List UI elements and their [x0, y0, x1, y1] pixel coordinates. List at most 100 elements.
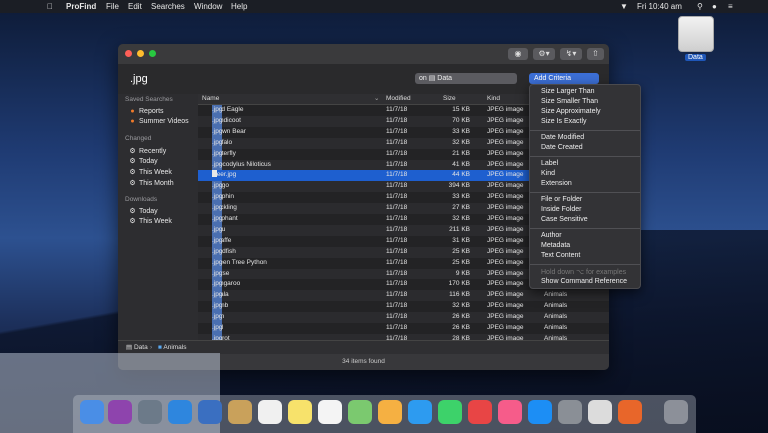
folder-cell: Animals	[544, 302, 568, 310]
criteria-menu-item[interactable]: Size Is Exactly	[541, 118, 587, 125]
wifi-icon[interactable]: ▼	[620, 0, 628, 13]
system-preferences-dock-icon[interactable]	[558, 400, 582, 424]
criteria-menu-item[interactable]: Metadata	[541, 242, 570, 249]
folder-cell: Animals	[544, 313, 568, 321]
photos-dock-icon[interactable]	[378, 400, 402, 424]
column-size[interactable]: Size	[443, 94, 456, 104]
gear-icon: ⚙	[129, 158, 136, 165]
table-row[interactable]: Lion.jpg11/7/1826 KBJPEG imageAnimals	[198, 312, 609, 323]
modified-cell: 11/7/18	[386, 247, 408, 255]
gear-icon: ⚙	[129, 180, 136, 187]
news-dock-icon[interactable]	[468, 400, 492, 424]
criteria-menu-item[interactable]: Extension	[541, 180, 572, 187]
music-dock-icon[interactable]	[498, 400, 522, 424]
minimize-button[interactable]	[137, 50, 144, 57]
sidebar-section-saved-searches: Saved Searches	[125, 96, 173, 103]
menu-file[interactable]: File	[106, 0, 119, 13]
criteria-menu-item[interactable]: Label	[541, 160, 558, 167]
menu-separator	[530, 192, 640, 193]
table-row[interactable]: Owl.jpg11/7/1826 KBJPEG imageAnimals	[198, 323, 609, 334]
tools-menu-icon[interactable]: ↯▾	[560, 48, 582, 60]
table-row[interactable]: Lamb.jpg11/7/1832 KBJPEG imageAnimals	[198, 301, 609, 313]
search-query-field[interactable]: .jpg	[130, 73, 148, 85]
launchpad-dock-icon[interactable]	[138, 400, 162, 424]
size-cell: 31 KB	[452, 236, 470, 244]
size-cell: 15 KB	[452, 106, 470, 113]
criteria-menu-item[interactable]: File or Folder	[541, 196, 582, 203]
close-button[interactable]	[125, 50, 132, 57]
criteria-menu-item[interactable]: Date Created	[541, 144, 583, 151]
kind-cell: JPEG image	[487, 313, 524, 321]
sidebar-item-this-week[interactable]: ⚙ This Week	[129, 168, 172, 176]
sidebar-item-summer-videos[interactable]: ● Summer Videos	[129, 118, 188, 125]
criteria-menu-item[interactable]: Size Smaller Than	[541, 98, 598, 105]
menu-searches[interactable]: Searches	[151, 0, 185, 13]
facetime-dock-icon[interactable]	[438, 400, 462, 424]
title-bar: ◉ ⚙▾ ↯▾ ⇧	[118, 44, 609, 64]
column-kind[interactable]: Kind	[487, 94, 500, 104]
maps-dock-icon[interactable]	[348, 400, 372, 424]
add-criteria-button[interactable]: Add Criteria	[529, 73, 599, 84]
criteria-menu-item[interactable]: Size Larger Than	[541, 88, 595, 95]
siri-dock-icon[interactable]	[108, 400, 132, 424]
criteria-menu-item[interactable]: Kind	[541, 170, 555, 177]
size-cell: 32 KB	[452, 302, 470, 310]
sidebar-item-recently[interactable]: ⚙ Recently	[129, 147, 166, 155]
photos-app-dock-icon[interactable]	[198, 400, 222, 424]
safari-dock-icon[interactable]	[168, 400, 192, 424]
sidebar-section-downloads: Downloads	[125, 196, 158, 203]
share-icon[interactable]: ⇧	[587, 48, 604, 60]
sidebar-item-downloads-this-week[interactable]: ⚙ This Week	[129, 217, 172, 225]
finder-dock-icon[interactable]	[80, 400, 104, 424]
profind-dock-icon[interactable]	[618, 400, 642, 424]
gear-icon: ⚙	[129, 218, 136, 225]
trash-dock-icon[interactable]	[664, 400, 688, 424]
notification-center-icon[interactable]: ≡	[728, 0, 733, 13]
zoom-button[interactable]	[149, 50, 156, 57]
show-command-reference-item[interactable]: Show Command Reference	[541, 278, 627, 285]
reminders-dock-icon[interactable]	[318, 400, 342, 424]
kind-cell: JPEG image	[487, 149, 524, 157]
kind-cell: JPEG image	[487, 247, 524, 255]
sidebar-item-this-month[interactable]: ⚙ This Month	[129, 179, 173, 187]
size-cell: 27 KB	[452, 204, 470, 212]
criteria-menu-item[interactable]: Size Approximately	[541, 108, 601, 115]
menu-separator	[530, 228, 640, 229]
screenshot-dock-icon[interactable]	[588, 400, 612, 424]
messages-dock-icon[interactable]	[408, 400, 432, 424]
criteria-menu-item[interactable]: Author	[541, 232, 562, 239]
criteria-menu-item[interactable]: Text Content	[541, 252, 580, 259]
sidebar-item-today[interactable]: ⚙ Today	[129, 157, 157, 165]
quick-look-eye-icon[interactable]: ◉	[508, 48, 528, 60]
column-name[interactable]: Name	[202, 94, 219, 104]
drive-icon[interactable]	[678, 16, 714, 52]
criteria-menu-item[interactable]: Inside Folder	[541, 206, 581, 213]
folder-cell: Animals	[544, 291, 568, 299]
size-cell: 32 KB	[452, 138, 470, 146]
siri-icon[interactable]: ●	[712, 0, 717, 13]
app-store-dock-icon[interactable]	[528, 400, 552, 424]
clock[interactable]: Fri 10:40 am	[637, 0, 682, 13]
contacts-dock-icon[interactable]	[228, 400, 252, 424]
spotlight-icon[interactable]: ⚲	[697, 0, 703, 13]
sort-chevron-icon[interactable]: ⌄	[374, 94, 379, 104]
app-menu[interactable]: ProFind	[66, 0, 96, 13]
menu-help[interactable]: Help	[231, 0, 247, 13]
table-row[interactable]: Koala.jpg11/7/18116 KBJPEG imageAnimals	[198, 290, 609, 302]
column-modified[interactable]: Modified	[386, 94, 411, 104]
size-cell: 116 KB	[449, 291, 470, 299]
menu-window[interactable]: Window	[194, 0, 222, 13]
gear-menu-icon[interactable]: ⚙▾	[533, 48, 555, 60]
apple-menu-icon[interactable]: 	[47, 0, 53, 13]
calendar-dock-icon[interactable]	[258, 400, 282, 424]
menu-edit[interactable]: Edit	[128, 0, 142, 13]
size-cell: 9 KB	[455, 269, 470, 277]
notes-dock-icon[interactable]	[288, 400, 312, 424]
search-scope-popup[interactable]: on ▤ Data	[415, 73, 517, 84]
gear-icon: ⚙	[129, 148, 136, 155]
criteria-menu-item[interactable]: Date Modified	[541, 134, 584, 141]
modified-cell: 11/7/18	[386, 291, 408, 299]
sidebar-item-reports[interactable]: ● Reports	[129, 108, 163, 115]
sidebar-item-downloads-today[interactable]: ⚙ Today	[129, 207, 157, 215]
criteria-menu-item[interactable]: Case Sensitive	[541, 216, 588, 223]
